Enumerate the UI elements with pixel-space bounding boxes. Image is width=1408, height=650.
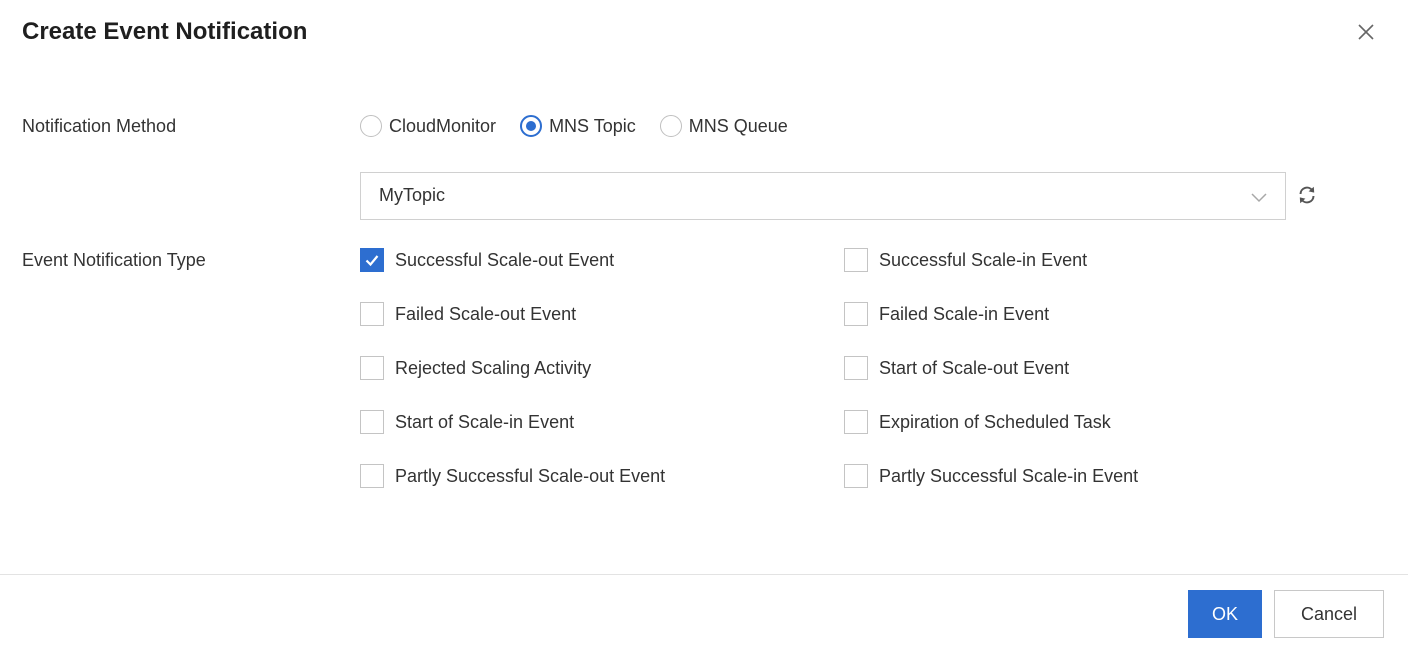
refresh-button[interactable] xyxy=(1296,184,1318,206)
checkbox-label: Successful Scale-out Event xyxy=(395,249,615,270)
checkbox-label: Failed Scale-out Event xyxy=(395,303,577,324)
checkbox-partly-successful-scale-out[interactable]: Partly Successful Scale-out Event xyxy=(360,463,665,489)
checkbox-start-of-scale-in[interactable]: Start of Scale-in Event xyxy=(360,409,574,435)
checkbox[interactable] xyxy=(360,410,384,434)
checkbox[interactable] xyxy=(844,410,868,434)
checkbox[interactable] xyxy=(360,302,384,326)
radio-cloudmonitor[interactable]: CloudMonitor xyxy=(360,115,496,137)
checkbox-label: Partly Successful Scale-out Event xyxy=(395,465,666,486)
radio-button-selected[interactable] xyxy=(520,115,543,137)
cancel-button[interactable]: Cancel xyxy=(1274,590,1384,638)
checkmark-icon xyxy=(365,255,379,267)
checkbox[interactable] xyxy=(844,464,868,488)
checkbox-start-of-scale-out[interactable]: Start of Scale-out Event xyxy=(844,355,1069,381)
checkbox[interactable] xyxy=(844,248,868,272)
close-icon xyxy=(1358,24,1374,40)
checkbox[interactable] xyxy=(844,302,868,326)
checkbox[interactable] xyxy=(360,356,384,380)
checkbox-label: Successful Scale-in Event xyxy=(879,249,1088,270)
notification-method-radio-group: CloudMonitor MNS Topic MNS Queue xyxy=(360,112,812,140)
create-event-notification-dialog: Create Event Notification Notification M… xyxy=(0,0,1408,650)
radio-button[interactable] xyxy=(659,115,682,137)
refresh-icon xyxy=(1299,186,1315,204)
checkbox-label: Partly Successful Scale-in Event xyxy=(879,465,1139,486)
checkbox-label: Expiration of Scheduled Task xyxy=(879,411,1111,432)
checkbox-label: Start of Scale-in Event xyxy=(395,411,575,432)
topic-select-value: MyTopic xyxy=(379,185,446,205)
event-notification-type-label: Event Notification Type xyxy=(22,250,206,270)
checkbox-label: Rejected Scaling Activity xyxy=(395,357,592,378)
ok-button[interactable]: OK xyxy=(1188,590,1262,638)
checkbox-successful-scale-in[interactable]: Successful Scale-in Event xyxy=(844,247,1087,273)
radio-dot xyxy=(526,121,537,131)
notification-method-label: Notification Method xyxy=(22,116,177,136)
checkbox-partly-successful-scale-in[interactable]: Partly Successful Scale-in Event xyxy=(844,463,1138,489)
checkbox-label: Failed Scale-in Event xyxy=(879,303,1050,324)
radio-label: MNS Topic xyxy=(549,115,636,136)
checkbox-failed-scale-out[interactable]: Failed Scale-out Event xyxy=(360,301,576,327)
radio-label: CloudMonitor xyxy=(389,115,497,136)
close-button[interactable] xyxy=(1352,18,1380,46)
checkbox[interactable] xyxy=(360,464,384,488)
checkbox-checked[interactable] xyxy=(360,248,384,272)
radio-mns-queue[interactable]: MNS Queue xyxy=(659,115,788,137)
topic-select[interactable]: MyTopic xyxy=(360,172,1286,220)
footer-divider xyxy=(0,574,1408,575)
checkbox-rejected-scaling-activity[interactable]: Rejected Scaling Activity xyxy=(360,355,591,381)
checkbox-expiration-of-scheduled-task[interactable]: Expiration of Scheduled Task xyxy=(844,409,1111,435)
checkbox-label: Start of Scale-out Event xyxy=(879,357,1070,378)
dialog-title: Create Event Notification xyxy=(22,18,308,45)
checkbox[interactable] xyxy=(844,356,868,380)
radio-button[interactable] xyxy=(360,115,382,137)
chevron-down-icon xyxy=(1251,193,1267,203)
checkbox-successful-scale-out[interactable]: Successful Scale-out Event xyxy=(360,247,614,273)
radio-mns-topic[interactable]: MNS Topic xyxy=(520,115,636,137)
radio-label: MNS Queue xyxy=(688,115,788,136)
checkbox-failed-scale-in[interactable]: Failed Scale-in Event xyxy=(844,301,1049,327)
